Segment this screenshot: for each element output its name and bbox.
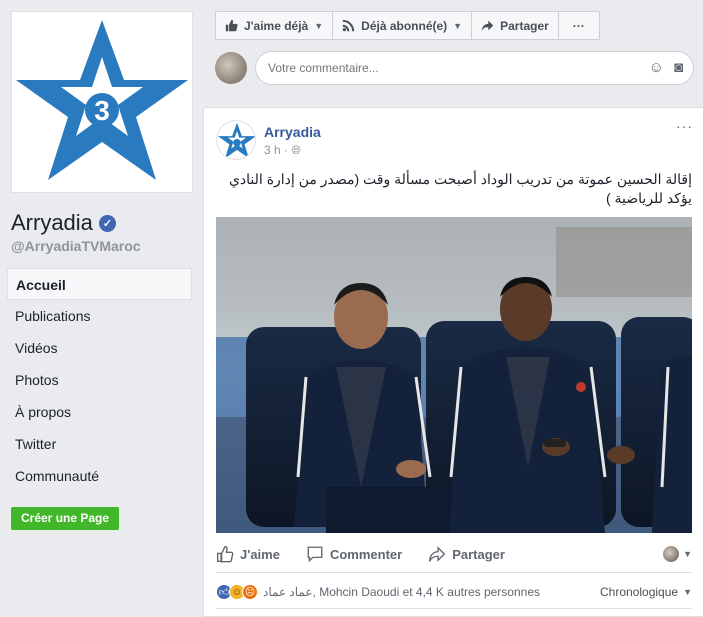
post-as-selector[interactable]: ▼ [663, 546, 692, 562]
sticker-icon[interactable]: ◙ [674, 59, 683, 76]
page-action-bar: J'aime déjà ▼ Déjà abonné(e) ▼ Partager … [215, 11, 600, 40]
rss-icon [342, 19, 355, 32]
mini-avatar [663, 546, 680, 562]
post-photo[interactable] [216, 217, 692, 533]
like-button-label: J'aime [240, 546, 280, 562]
create-page-button[interactable]: Créer une Page [11, 507, 120, 530]
user-avatar[interactable] [215, 52, 247, 84]
page-nav: Accueil Publications Vidéos Photos À pro… [7, 268, 192, 492]
page-name[interactable]: Arryadia ✓ [11, 210, 116, 236]
comment-sort-label: Chronologique [600, 585, 679, 599]
nav-item-accueil[interactable]: Accueil [7, 268, 192, 300]
divider [216, 572, 692, 573]
nav-item-communaute[interactable]: Communauté [7, 460, 192, 492]
nav-item-a-propos[interactable]: À propos [7, 396, 192, 428]
liked-button-label: J'aime déjà [244, 18, 309, 33]
like-button[interactable]: J'aime [216, 545, 280, 563]
share-page-label: Partager [500, 18, 549, 33]
nav-item-twitter[interactable]: Twitter [7, 428, 192, 460]
chevron-down-icon: ▼ [453, 20, 463, 31]
angry-reaction-icon[interactable]: ☹ [242, 584, 258, 600]
page-name-text[interactable]: Arryadia [11, 210, 93, 236]
svg-text:3: 3 [94, 95, 110, 126]
star-logo-icon [217, 122, 255, 159]
nav-item-photos[interactable]: Photos [7, 364, 192, 396]
comment-input[interactable] [255, 51, 694, 85]
divider [216, 608, 692, 609]
comment-composer: ☺ ◙ [203, 46, 703, 94]
post-meta: 3 h · 🌐︎ [264, 143, 301, 158]
more-options-button[interactable]: ··· [559, 12, 599, 39]
post-author-name[interactable]: Arryadia [264, 124, 321, 140]
comment-button[interactable]: Commenter [306, 545, 402, 563]
comment-input-icons: ☺ ◙ [649, 59, 683, 76]
left-column: 3 Arryadia ✓ @ArryadiaTVMaroc Accueil Pu… [0, 0, 200, 617]
post-options-button[interactable]: ··· [676, 118, 693, 134]
emoji-icon[interactable]: ☺ [649, 59, 664, 76]
nav-item-publications[interactable]: Publications [7, 300, 192, 332]
share-button[interactable]: Partager [428, 545, 505, 563]
nav-item-videos[interactable]: Vidéos [7, 332, 192, 364]
post-card: Arryadia 3 h · 🌐︎ ··· إقالة الحسين عموتة… [203, 107, 703, 617]
post-timestamp[interactable]: 3 h [264, 143, 281, 157]
thumbs-up-icon [225, 19, 238, 32]
reactions-summary: 👍︎ ☺ ☹ عماد عماد, Mohcin Daoudi et 4,4 K… [216, 584, 692, 600]
chevron-down-icon: ▼ [683, 587, 692, 597]
page-handle[interactable]: @ArryadiaTVMaroc [11, 238, 141, 254]
more-options-icon: ··· [572, 18, 585, 33]
post-text: إقالة الحسين عموتة من تدريب الوداد أصبحت… [228, 171, 692, 206]
following-button-label: Déjà abonné(e) [361, 18, 448, 33]
chevron-down-icon: ▼ [683, 549, 692, 559]
chevron-down-icon: ▼ [314, 20, 324, 31]
liked-button[interactable]: J'aime déjà ▼ [216, 12, 334, 39]
reactions-text[interactable]: عماد عماد, Mohcin Daoudi et 4,4 K autres… [263, 585, 540, 599]
share-button-label: Partager [452, 546, 505, 562]
comment-button-label: Commenter [329, 546, 403, 562]
share-arrow-icon [481, 20, 494, 32]
post-author-avatar[interactable] [216, 120, 256, 160]
comment-bubble-icon [307, 546, 323, 563]
star-logo-icon: 3 [16, 20, 188, 180]
coaches-bench-photo [216, 217, 692, 533]
globe-icon: 🌐︎ [291, 143, 301, 157]
following-button[interactable]: Déjà abonné(e) ▼ [333, 12, 473, 39]
comment-sort-dropdown[interactable]: Chronologique ▼ [600, 585, 692, 599]
page-profile-picture[interactable]: 3 [11, 11, 193, 193]
share-arrow-icon [429, 546, 446, 562]
post-action-bar: J'aime Commenter Partager ▼ [216, 541, 692, 567]
verified-badge-icon: ✓ [98, 214, 116, 232]
share-page-button[interactable]: Partager [472, 12, 559, 39]
thumbs-up-outline-icon [217, 546, 234, 563]
